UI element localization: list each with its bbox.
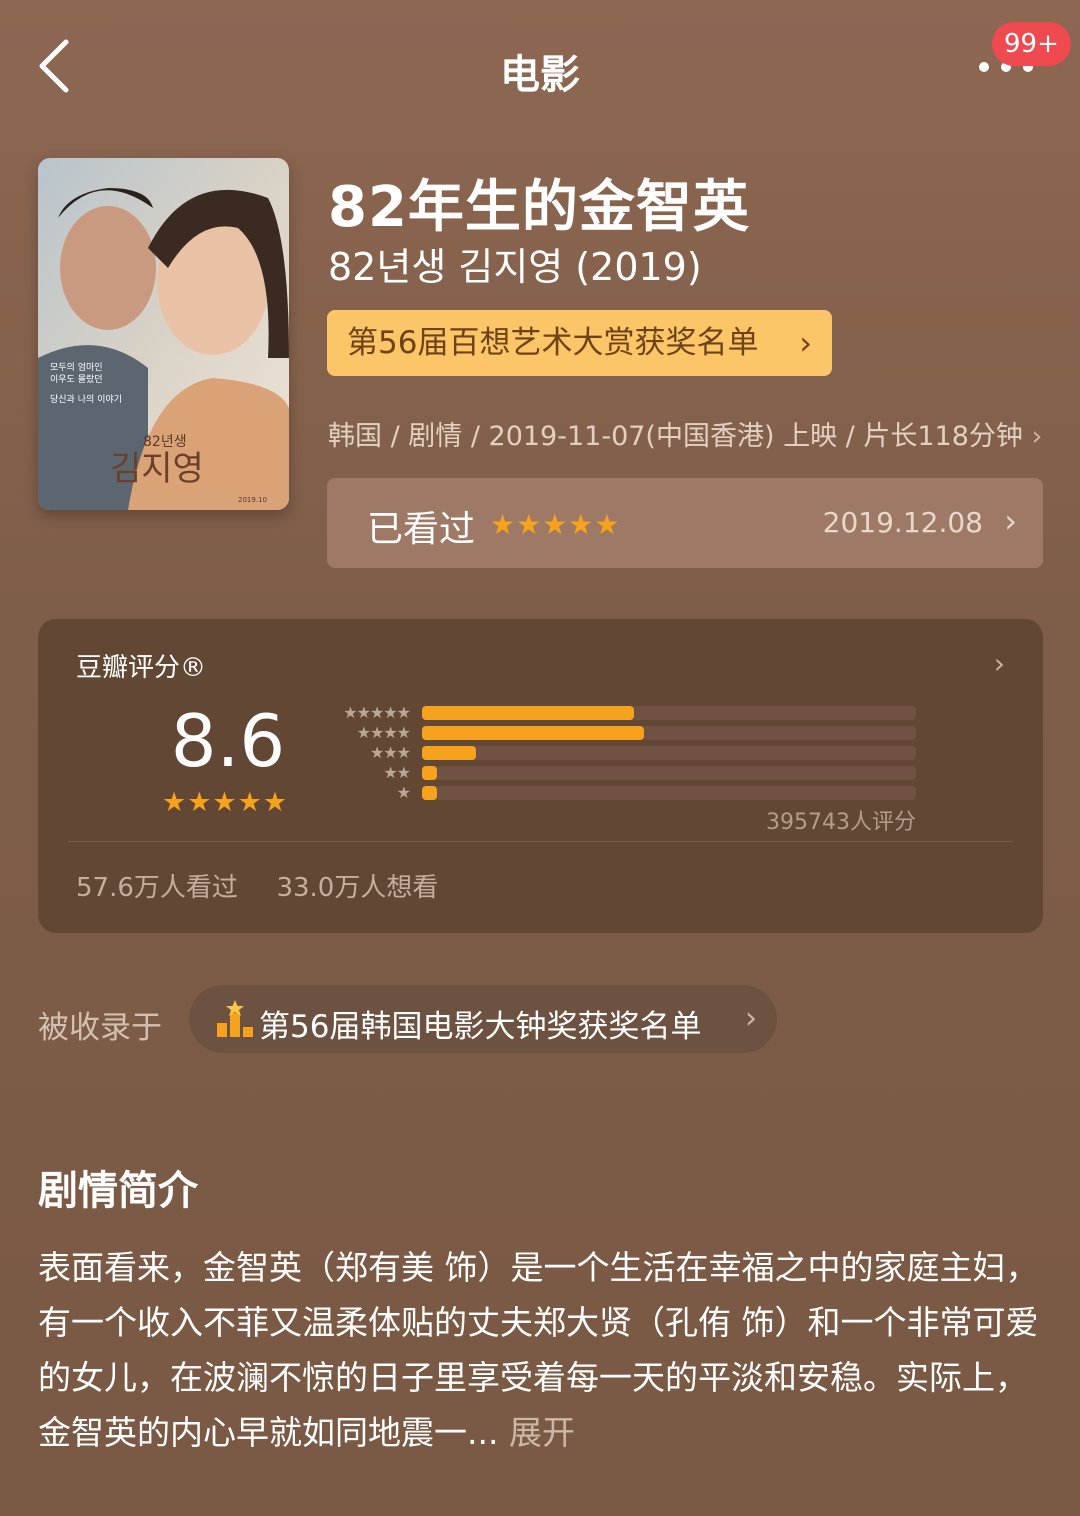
divider — [68, 841, 1013, 842]
watched-status-row[interactable]: 已看过 ★★★★★ 2019.12.08 › — [327, 478, 1043, 568]
audience-stats: 57.6万人看过 33.0万人想看 — [76, 867, 438, 904]
poster-tag3: 당신과 나의 이야기 — [50, 394, 122, 405]
chevron-right-icon: › — [993, 647, 1005, 680]
movie-poster[interactable]: 모두의 엄마인 이우도 몰랐던 당신과 나의 이야기 82년생 김지영 2019… — [38, 158, 289, 510]
distribution-track — [422, 766, 916, 780]
distribution-stars-label: ★★ — [383, 763, 411, 782]
collected-label: 被收录于 — [38, 1010, 162, 1046]
distribution-stars-label: ★ — [396, 783, 411, 802]
distribution-track — [422, 706, 916, 720]
distribution-bar — [422, 706, 634, 720]
douban-rating-card[interactable]: 豆瓣评分® › 8.6 ★★★★★ ★★★★★ ★★★★ ★★★ ★★ ★ 395743… — [38, 619, 1043, 933]
distribution-bar — [422, 726, 644, 740]
movie-meta-text: 韩国 / 剧情 / 2019-11-07(中国香港) 上映 / 片长118分钟 — [328, 421, 1023, 452]
poster-tag1: 모두의 엄마인 — [50, 361, 103, 373]
notification-badge: 99+ — [992, 22, 1071, 66]
chevron-right-icon: › — [745, 1001, 757, 1036]
distribution-bar — [422, 746, 476, 760]
award-list-button[interactable]: 第56届百想艺术大赏获奖名单 › — [327, 310, 832, 376]
poster-tag2: 이우도 몰랐던 — [50, 373, 103, 385]
distribution-bar — [422, 786, 437, 800]
movie-title: 82年生的金智英 — [328, 175, 750, 240]
expand-link[interactable]: 展开 — [509, 1413, 575, 1452]
distribution-row: ★★★ — [318, 743, 918, 763]
movie-original-title: 82년생 김지영 (2019) — [328, 245, 702, 289]
ranking-icon — [217, 1000, 253, 1037]
page-title: 电影 — [500, 52, 580, 98]
collected-list-button[interactable]: 第56届韩国电影大钟奖获奖名单 › — [189, 985, 777, 1053]
distribution-stars-label: ★★★★★ — [343, 703, 411, 722]
distribution-track — [422, 746, 916, 760]
distribution-row: ★ — [318, 783, 918, 803]
distribution-row: ★★ — [318, 763, 918, 783]
watched-label: 已看过 — [367, 509, 476, 550]
chevron-right-icon: › — [799, 324, 812, 362]
my-rating-stars: ★★★★★ — [490, 508, 621, 541]
distribution-stars-label: ★★★ — [369, 743, 411, 762]
rating-distribution: ★★★★★ ★★★★ ★★★ ★★ ★ — [318, 703, 938, 813]
distribution-stars-label: ★★★★ — [356, 723, 411, 742]
poster-text-line2: 김지영 — [110, 449, 204, 489]
synopsis-body: 表面看来，金智英（郑有美 饰）是一个生活在幸福之中的家庭主妇，有一个收入不菲又温… — [38, 1240, 1043, 1460]
distribution-row: ★★★★★ — [318, 703, 918, 723]
distribution-bar — [422, 766, 437, 780]
chevron-right-icon: › — [1031, 421, 1043, 452]
rating-score-stars: ★★★★★ — [162, 787, 289, 818]
chevron-right-icon: › — [1004, 502, 1017, 540]
distribution-track — [422, 726, 916, 740]
award-list-label: 第56届百想艺术大赏获奖名单 — [347, 325, 759, 361]
movie-meta[interactable]: 韩国 / 剧情 / 2019-11-07(中国香港) 上映 / 片长118分钟 … — [328, 414, 1042, 453]
distribution-row: ★★★★ — [318, 723, 918, 743]
distribution-track — [422, 786, 916, 800]
watched-count: 57.6万人看过 — [76, 873, 238, 903]
synopsis-title: 剧情简介 — [38, 1168, 198, 1214]
poster-text-line1: 82년생 — [143, 434, 187, 450]
collected-list-name: 第56届韩国电影大钟奖获奖名单 — [259, 1009, 702, 1045]
poster-date: 2019.10 — [238, 496, 267, 504]
wish-count: 33.0万人想看 — [276, 873, 439, 903]
watched-date: 2019.12.08 — [822, 506, 983, 539]
rating-count: 395743人评分 — [766, 810, 916, 835]
rating-card-title: 豆瓣评分® — [76, 653, 207, 683]
poster-image: 모두의 엄마인 이우도 몰랐던 당신과 나의 이야기 82년생 김지영 2019… — [38, 158, 289, 510]
